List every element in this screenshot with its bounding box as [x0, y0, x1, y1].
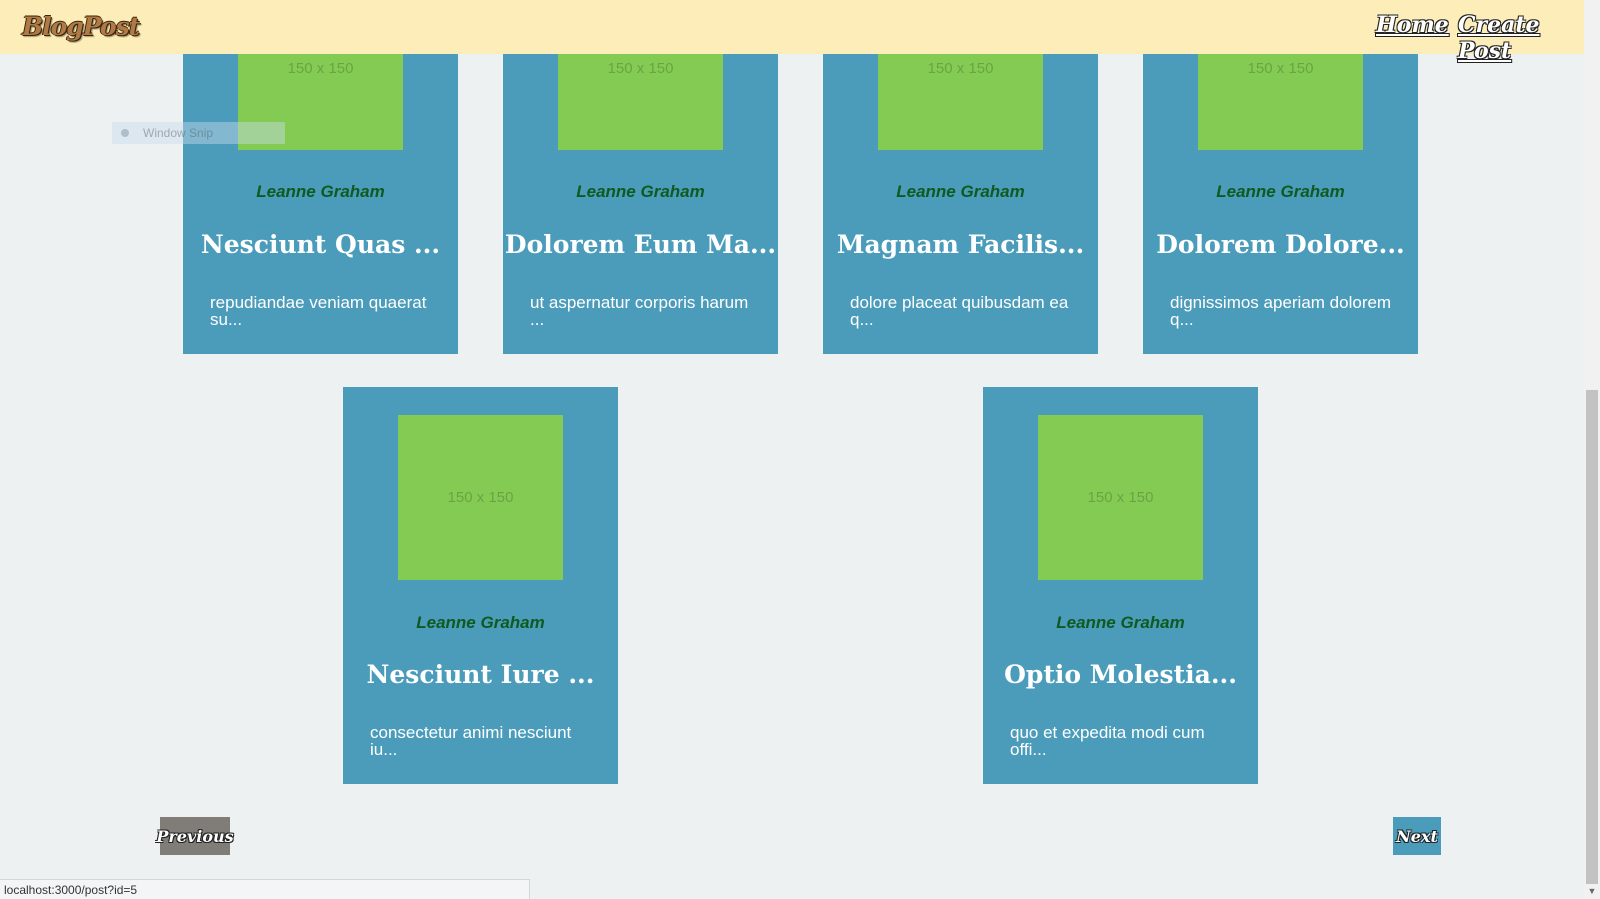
thumbnail-label: 150 x 150 [287, 60, 354, 77]
thumbnail-label: 150 x 150 [927, 60, 994, 77]
post-card[interactable]: 150 x 150 Leanne Graham Dolorem Dolore..… [1143, 20, 1418, 354]
scroll-down-arrow-icon[interactable]: ▼ [1584, 883, 1600, 899]
thumbnail-label: 150 x 150 [1247, 60, 1314, 77]
status-bar-url: localhost:3000/post?id=5 [0, 879, 530, 899]
post-title[interactable]: Magnam Facilis... [823, 230, 1098, 259]
post-excerpt: dolore placeat quibusdam ea q... [850, 293, 1069, 329]
post-thumbnail: 150 x 150 [1038, 415, 1203, 580]
post-author: Leanne Graham [896, 182, 1025, 201]
post-title[interactable]: Dolorem Dolore... [1143, 230, 1418, 259]
scrollbar-thumb[interactable] [1586, 390, 1598, 884]
brand-logo[interactable]: BlogPost [22, 12, 140, 41]
thumbnail-label: 150 x 150 [607, 60, 674, 77]
nav-create-post-link[interactable]: Create Post [1458, 12, 1584, 64]
previous-button[interactable]: Previous [156, 817, 234, 855]
thumbnail-label: 150 x 150 [447, 489, 514, 506]
post-author: Leanne Graham [416, 613, 545, 632]
thumbnail-label: 150 x 150 [1087, 489, 1154, 506]
post-excerpt: quo et expedita modi cum offi... [1010, 723, 1205, 759]
top-nav-bar: BlogPost Home Create Post [0, 0, 1584, 64]
post-card[interactable]: 150 x 150 Leanne Graham Nesciunt Quas ..… [183, 20, 458, 354]
post-author: Leanne Graham [1056, 613, 1185, 632]
next-button[interactable]: Next [1393, 817, 1441, 855]
post-author: Leanne Graham [576, 182, 705, 201]
post-author: Leanne Graham [1216, 182, 1345, 201]
window-snip-overlay: Window Snip [112, 122, 285, 144]
snip-dot-icon [121, 129, 129, 137]
post-thumbnail: 150 x 150 [398, 415, 563, 580]
nav-home-link[interactable]: Home [1376, 12, 1449, 38]
post-excerpt: dignissimos aperiam dolorem q... [1170, 293, 1392, 329]
post-author: Leanne Graham [256, 182, 385, 201]
post-card[interactable]: 150 x 150 Leanne Graham Magnam Facilis..… [823, 20, 1098, 354]
post-card[interactable]: 150 x 150 Leanne Graham Optio Molestia..… [983, 387, 1258, 784]
post-card[interactable]: 150 x 150 Leanne Graham Nesciunt Iure ..… [343, 387, 618, 784]
vertical-scrollbar[interactable]: ▼ [1584, 0, 1600, 899]
post-title[interactable]: Nesciunt Quas ... [183, 230, 458, 259]
snip-label: Window Snip [143, 126, 214, 140]
post-excerpt: ut aspernatur corporis harum ... [530, 293, 749, 329]
post-title[interactable]: Nesciunt Iure ... [343, 660, 618, 689]
post-title[interactable]: Dolorem Eum Ma... [503, 230, 778, 259]
post-card[interactable]: 150 x 150 Leanne Graham Dolorem Eum Ma..… [503, 20, 778, 354]
post-excerpt: consectetur animi nesciunt iu... [370, 723, 572, 759]
post-title[interactable]: Optio Molestia... [983, 660, 1258, 689]
post-excerpt: repudiandae veniam quaerat su... [210, 293, 427, 329]
